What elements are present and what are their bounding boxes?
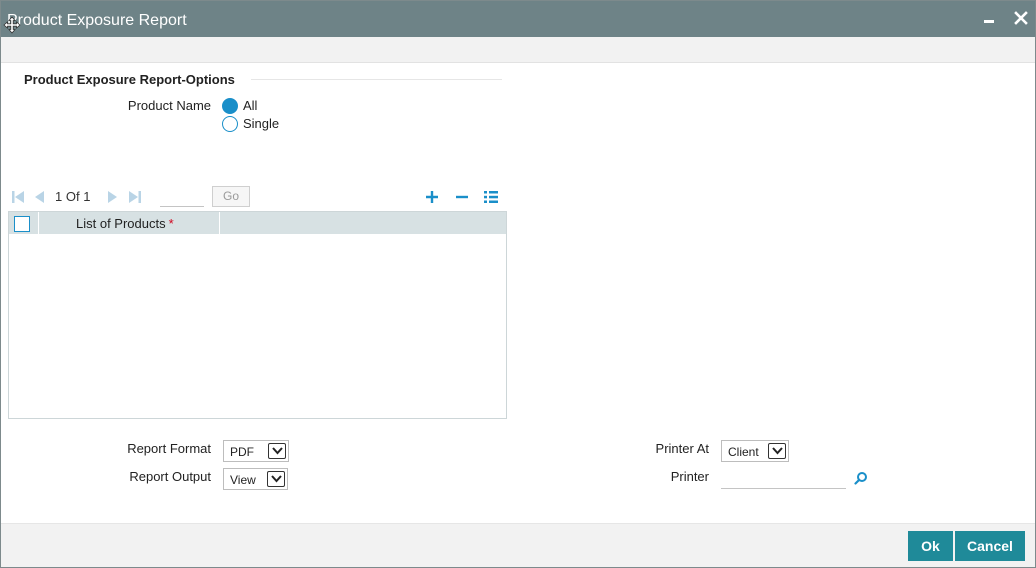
report-format-select[interactable]: PDF <box>223 440 289 462</box>
radio-single-label: Single <box>243 116 280 131</box>
printer-at-select[interactable]: Client <box>721 440 789 462</box>
printer-label: Printer <box>670 469 709 484</box>
radio-single[interactable] <box>222 116 238 132</box>
printer-input[interactable] <box>721 467 846 489</box>
report-format-label: Report Format <box>127 441 211 456</box>
close-icon[interactable] <box>1014 11 1028 25</box>
column-header-label: List of Products <box>76 216 166 231</box>
pager-text: 1 Of 1 <box>55 189 90 204</box>
section-divider <box>251 79 502 80</box>
next-page-icon[interactable] <box>107 191 118 203</box>
delete-row-icon[interactable] <box>454 189 470 205</box>
add-row-icon[interactable] <box>424 189 440 205</box>
pager-total: 1 <box>83 189 91 204</box>
chevron-down-icon <box>768 443 786 459</box>
printer-at-label: Printer At <box>655 441 709 456</box>
select-all-checkbox[interactable] <box>14 216 30 232</box>
previous-page-icon[interactable] <box>34 191 45 203</box>
products-grid: List of Products * <box>8 211 507 419</box>
pager-of: Of <box>65 189 80 204</box>
last-page-icon[interactable] <box>128 191 141 203</box>
report-output-select[interactable]: View <box>223 468 288 490</box>
grid-divider <box>219 212 220 234</box>
section-title: Product Exposure Report-Options <box>24 72 235 87</box>
toolbar-strip <box>1 37 1035 63</box>
printer-at-value: Client <box>728 445 759 459</box>
radio-all[interactable] <box>222 98 238 114</box>
required-mark: * <box>168 216 174 231</box>
report-output-value: View <box>230 473 256 487</box>
chevron-down-icon <box>267 471 285 487</box>
move-icon[interactable] <box>3 16 21 34</box>
report-window: Product Exposure Report Product Exposure… <box>0 0 1036 568</box>
minimize-button[interactable] <box>984 9 996 25</box>
footer-bar <box>1 523 1035 567</box>
report-format-value: PDF <box>230 445 254 459</box>
radio-all-label: All <box>243 98 258 113</box>
search-icon[interactable] <box>854 471 868 485</box>
ok-button[interactable]: Ok <box>908 531 953 561</box>
grid-header: List of Products * <box>9 212 506 234</box>
grid-divider <box>38 212 39 234</box>
single-view-icon[interactable] <box>483 189 499 205</box>
first-page-icon[interactable] <box>12 191 25 203</box>
page-number-input[interactable] <box>160 187 204 207</box>
cancel-button[interactable]: Cancel <box>955 531 1025 561</box>
column-header-list-of-products: List of Products * <box>76 216 174 231</box>
report-output-label: Report Output <box>129 469 211 484</box>
title-bar[interactable]: Product Exposure Report <box>1 1 1035 37</box>
pager-current: 1 <box>55 189 63 204</box>
window-title: Product Exposure Report <box>7 12 187 29</box>
product-name-label: Product Name <box>127 98 211 113</box>
chevron-down-icon <box>268 443 286 459</box>
go-button[interactable]: Go <box>212 186 250 207</box>
